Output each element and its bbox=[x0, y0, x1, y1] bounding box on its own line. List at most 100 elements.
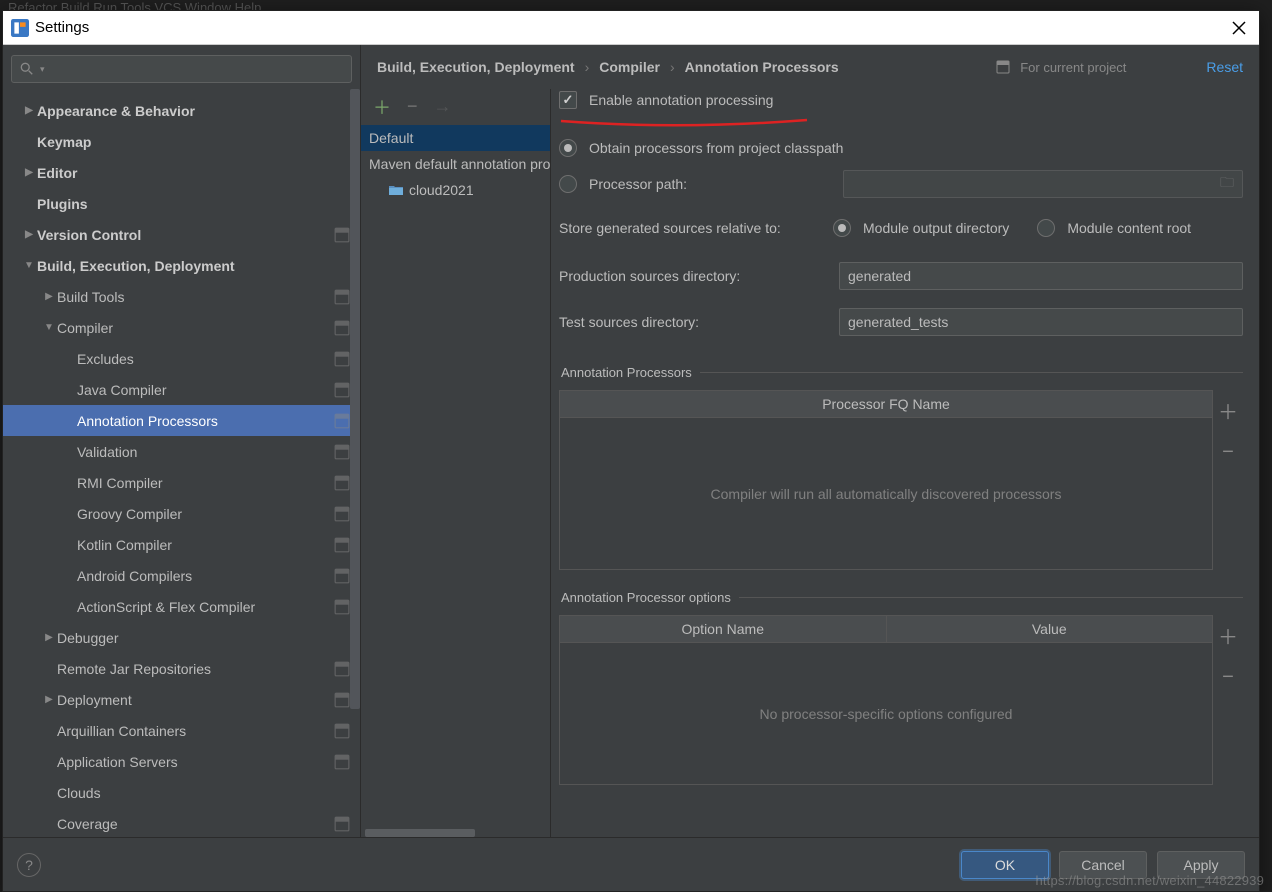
tree-item-label: Editor bbox=[37, 165, 350, 181]
breadcrumb-sep-icon: › bbox=[670, 59, 675, 75]
profiles-h-scrollbar[interactable] bbox=[361, 827, 550, 837]
store-row: Store generated sources relative to: Mod… bbox=[559, 203, 1243, 253]
scrollbar-thumb[interactable] bbox=[350, 89, 360, 709]
obtain-row: Obtain processors from project classpath bbox=[559, 131, 1243, 165]
tree-item-coverage[interactable]: Coverage bbox=[3, 808, 360, 837]
profile-label: Maven default annotation processors prof… bbox=[369, 156, 550, 172]
options-table[interactable]: Option Name Value No processor-specific … bbox=[559, 615, 1213, 785]
options-side-buttons: ＋ − bbox=[1213, 615, 1243, 785]
main-panel: Enable annotation processing Obtain proc… bbox=[551, 89, 1259, 837]
module-content-radio[interactable] bbox=[1037, 219, 1055, 237]
app-icon bbox=[11, 19, 29, 37]
watermark-text: https://blog.csdn.net/weixin_44822939 bbox=[1035, 873, 1264, 888]
tree-item-kotlin-compiler[interactable]: Kotlin Compiler bbox=[3, 529, 360, 560]
test-row: Test sources directory: generated_tests bbox=[559, 299, 1243, 345]
profile-item[interactable]: Maven default annotation processors prof… bbox=[361, 151, 550, 177]
prod-dir-input[interactable]: generated bbox=[839, 262, 1243, 290]
remove-option-icon[interactable]: − bbox=[1222, 666, 1234, 689]
remove-processor-icon[interactable]: − bbox=[1222, 441, 1234, 464]
move-profile-icon[interactable]: → bbox=[434, 96, 452, 117]
profile-item[interactable]: Default bbox=[361, 125, 550, 151]
col-option-name[interactable]: Option Name bbox=[560, 616, 887, 642]
settings-tree[interactable]: ▶Appearance & BehaviorKeymap▶EditorPlugi… bbox=[3, 89, 360, 837]
tree-item-label: Coverage bbox=[57, 816, 334, 832]
tree-item-appearance-behavior[interactable]: ▶Appearance & Behavior bbox=[3, 95, 360, 126]
tree-item-label: Deployment bbox=[57, 692, 334, 708]
store-label: Store generated sources relative to: bbox=[559, 220, 821, 236]
processors-legend: Annotation Processors bbox=[559, 365, 700, 380]
tree-item-rmi-compiler[interactable]: RMI Compiler bbox=[3, 467, 360, 498]
tree-item-remote-jar-repositories[interactable]: Remote Jar Repositories bbox=[3, 653, 360, 684]
col-option-value[interactable]: Value bbox=[887, 616, 1213, 642]
remove-profile-icon[interactable]: − bbox=[407, 96, 418, 117]
tree-item-version-control[interactable]: ▶Version Control bbox=[3, 219, 360, 250]
tree-item-label: Compiler bbox=[57, 320, 334, 336]
profile-label: Default bbox=[369, 130, 413, 146]
module-output-radio[interactable] bbox=[833, 219, 851, 237]
col-processor-fqname[interactable]: Processor FQ Name bbox=[560, 391, 1212, 417]
crumb-1[interactable]: Build, Execution, Deployment bbox=[377, 59, 575, 75]
enable-annotation-checkbox[interactable] bbox=[559, 91, 577, 109]
test-dir-input[interactable]: generated_tests bbox=[839, 308, 1243, 336]
tree-item-annotation-processors[interactable]: Annotation Processors bbox=[3, 405, 360, 436]
tree-item-plugins[interactable]: Plugins bbox=[3, 188, 360, 219]
add-option-icon[interactable]: ＋ bbox=[1218, 621, 1238, 650]
tree-item-label: Appearance & Behavior bbox=[37, 103, 350, 119]
tree-item-clouds[interactable]: Clouds bbox=[3, 777, 360, 808]
crumb-2[interactable]: Compiler bbox=[599, 59, 660, 75]
window-title: Settings bbox=[35, 19, 89, 36]
obtain-classpath-label: Obtain processors from project classpath bbox=[589, 140, 843, 156]
dropdown-icon: ▾ bbox=[40, 64, 45, 75]
tree-item-label: Java Compiler bbox=[77, 382, 334, 398]
processors-table[interactable]: Processor FQ Name Compiler will run all … bbox=[559, 390, 1213, 570]
tree-item-arquillian-containers[interactable]: Arquillian Containers bbox=[3, 715, 360, 746]
browse-folder-icon[interactable]: 🗀 bbox=[1220, 172, 1234, 196]
profile-item[interactable]: cloud2021 bbox=[361, 177, 550, 203]
tree-item-deployment[interactable]: ▶Deployment bbox=[3, 684, 360, 715]
options-legend: Annotation Processor options bbox=[559, 590, 739, 605]
settings-sidebar: ▾ ▶Appearance & BehaviorKeymap▶EditorPlu… bbox=[3, 45, 361, 837]
tree-item-actionscript-flex-compiler[interactable]: ActionScript & Flex Compiler bbox=[3, 591, 360, 622]
title-bar: Settings bbox=[3, 11, 1259, 45]
tree-item-label: Excludes bbox=[77, 351, 334, 367]
enable-row: Enable annotation processing bbox=[559, 89, 1243, 115]
options-header-row: Option Name Value bbox=[560, 616, 1212, 643]
expand-arrow-icon: ▼ bbox=[21, 260, 37, 271]
processor-path-radio[interactable] bbox=[559, 175, 577, 193]
tree-item-label: Kotlin Compiler bbox=[77, 537, 334, 553]
search-row: ▾ bbox=[3, 45, 360, 89]
prod-dir-label: Production sources directory: bbox=[559, 268, 827, 284]
add-processor-icon[interactable]: ＋ bbox=[1218, 396, 1238, 425]
tree-item-compiler[interactable]: ▼Compiler bbox=[3, 312, 360, 343]
add-profile-icon[interactable]: ＋ bbox=[373, 94, 391, 120]
tree-item-groovy-compiler[interactable]: Groovy Compiler bbox=[3, 498, 360, 529]
tree-item-validation[interactable]: Validation bbox=[3, 436, 360, 467]
tree-scrollbar[interactable] bbox=[350, 89, 360, 749]
obtain-classpath-radio[interactable] bbox=[559, 139, 577, 157]
tree-item-excludes[interactable]: Excludes bbox=[3, 343, 360, 374]
tree-item-java-compiler[interactable]: Java Compiler bbox=[3, 374, 360, 405]
profile-label: cloud2021 bbox=[409, 182, 474, 198]
tree-item-label: Annotation Processors bbox=[77, 413, 334, 429]
processor-path-input[interactable]: 🗀 bbox=[843, 170, 1243, 198]
profiles-list[interactable]: Default Maven default annotation processo… bbox=[361, 125, 550, 827]
tree-item-label: RMI Compiler bbox=[77, 475, 334, 491]
tree-item-keymap[interactable]: Keymap bbox=[3, 126, 360, 157]
tree-item-debugger[interactable]: ▶Debugger bbox=[3, 622, 360, 653]
expand-arrow-icon: ▶ bbox=[41, 694, 57, 705]
search-input[interactable]: ▾ bbox=[11, 55, 352, 83]
tree-item-label: Arquillian Containers bbox=[57, 723, 334, 739]
processors-side-buttons: ＋ − bbox=[1213, 390, 1243, 570]
close-icon[interactable] bbox=[1227, 16, 1251, 40]
tree-item-build-tools[interactable]: ▶Build Tools bbox=[3, 281, 360, 312]
tree-item-editor[interactable]: ▶Editor bbox=[3, 157, 360, 188]
help-icon[interactable]: ? bbox=[17, 853, 41, 877]
tree-item-label: Clouds bbox=[57, 785, 350, 801]
scrollbar-thumb[interactable] bbox=[365, 829, 475, 837]
tree-item-android-compilers[interactable]: Android Compilers bbox=[3, 560, 360, 591]
tree-item-build-execution-deployment[interactable]: ▼Build, Execution, Deployment bbox=[3, 250, 360, 281]
tree-item-application-servers[interactable]: Application Servers bbox=[3, 746, 360, 777]
expand-arrow-icon: ▶ bbox=[21, 229, 37, 240]
reset-link[interactable]: Reset bbox=[1206, 59, 1243, 75]
red-underline-annotation bbox=[559, 118, 809, 128]
